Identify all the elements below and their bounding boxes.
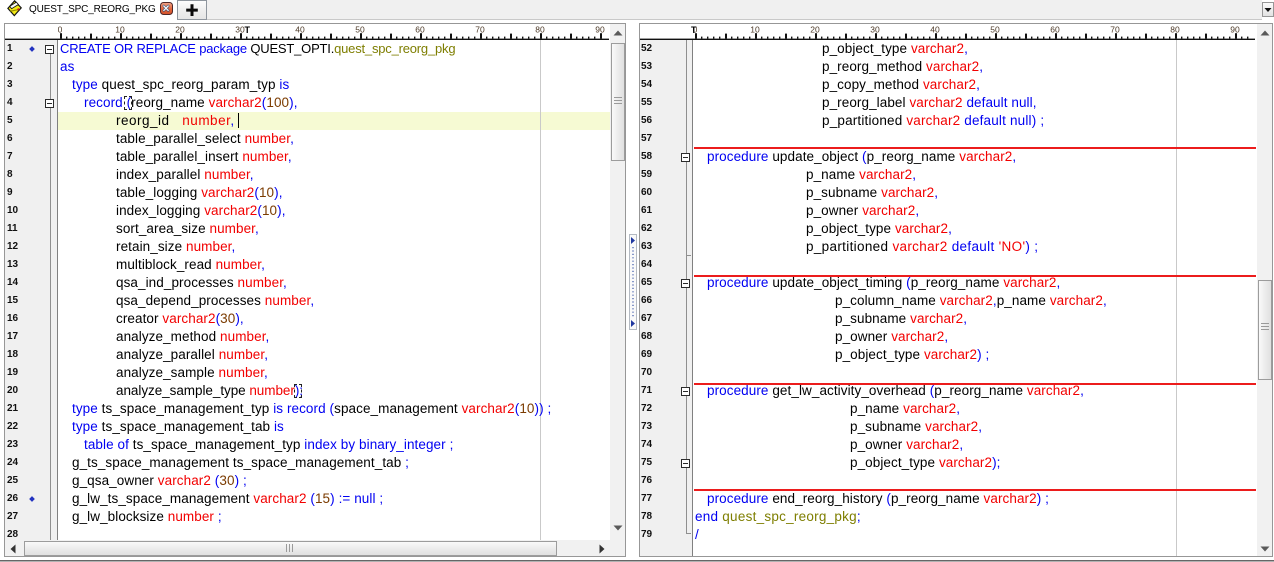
svg-text:10: 10: [750, 25, 760, 35]
svg-text:10: 10: [115, 25, 125, 35]
svg-text:60: 60: [415, 25, 425, 35]
svg-text:70: 70: [1110, 25, 1120, 35]
svg-text:0: 0: [58, 25, 63, 35]
svg-text:20: 20: [175, 25, 185, 35]
svg-text:30: 30: [870, 25, 880, 35]
svg-text:80: 80: [1170, 25, 1180, 35]
svg-text:90: 90: [595, 25, 605, 35]
svg-text:60: 60: [1050, 25, 1060, 35]
svg-text:80: 80: [535, 25, 545, 35]
svg-text:50: 50: [355, 25, 365, 35]
svg-text:90: 90: [1230, 25, 1240, 35]
svg-text:50: 50: [990, 25, 1000, 35]
svg-text:40: 40: [295, 25, 305, 35]
svg-text:40: 40: [930, 25, 940, 35]
svg-text:20: 20: [810, 25, 820, 35]
svg-text:70: 70: [475, 25, 485, 35]
